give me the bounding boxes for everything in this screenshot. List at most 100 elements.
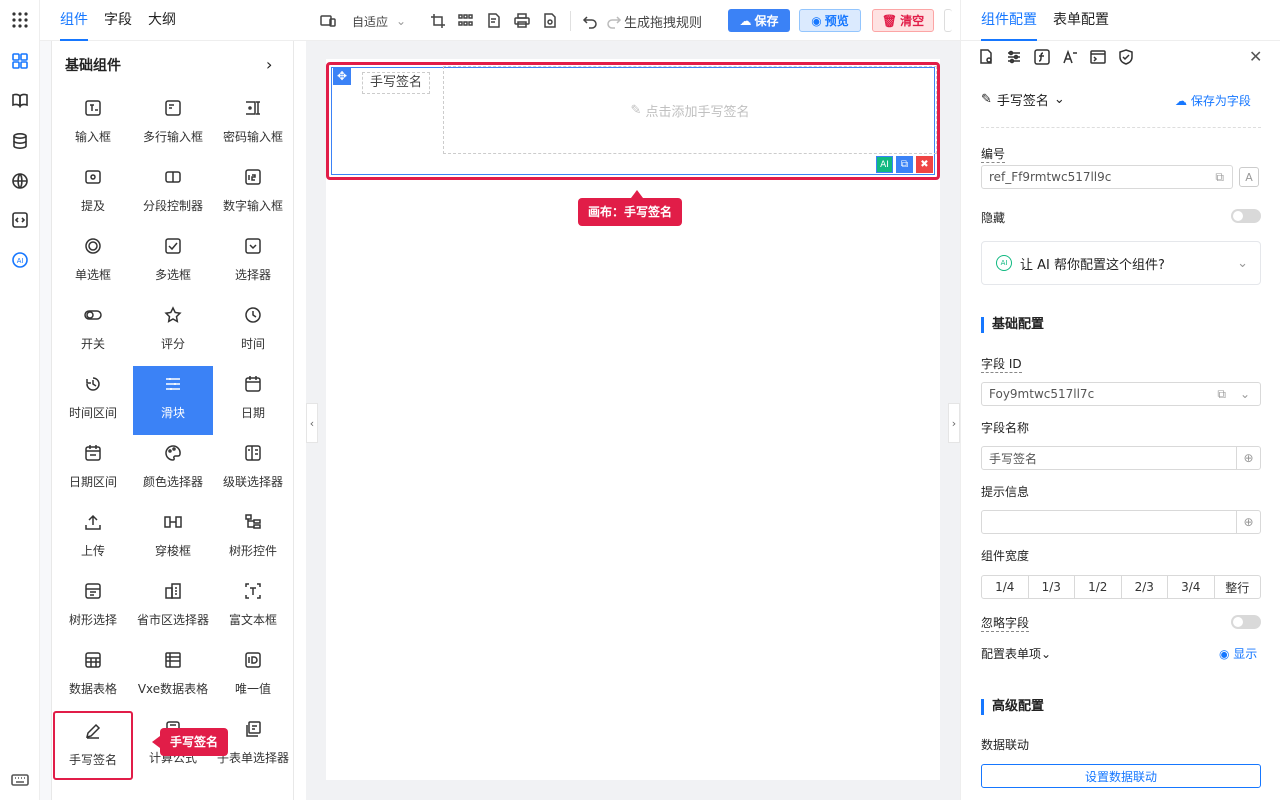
tab-component-config[interactable]: 组件配置 <box>981 0 1037 41</box>
canvas-tooltip: 画布：手写签名 <box>578 198 683 226</box>
font-a-icon[interactable]: A <box>1239 167 1259 187</box>
adaptive-select[interactable]: 自适应 ⌄ <box>352 11 406 31</box>
component-item[interactable]: 密码输入框 <box>213 90 293 159</box>
grid-icon[interactable] <box>458 11 474 31</box>
width-option[interactable]: 1/2 <box>1075 576 1122 598</box>
close-icon[interactable]: ✕ <box>1249 47 1262 66</box>
show-link[interactable]: ◉ 显示 <box>1219 645 1257 662</box>
device-icon[interactable] <box>320 11 336 31</box>
ai-config-icon[interactable]: AI <box>876 156 893 173</box>
component-item[interactable]: 提及 <box>53 159 133 228</box>
copy-icon[interactable]: ⧉ <box>896 156 913 173</box>
delete-icon[interactable]: ✖ <box>916 156 933 173</box>
save-button[interactable]: ☁ 保存 <box>728 9 790 32</box>
tab-fields[interactable]: 字段 <box>104 0 132 41</box>
component-item[interactable]: 上传 <box>53 504 133 573</box>
component-item[interactable]: 分段控制器 <box>133 159 213 228</box>
width-option[interactable]: 1/3 <box>1029 576 1075 598</box>
linkage-button[interactable]: 设置数据联动 <box>981 764 1261 788</box>
book-icon[interactable] <box>9 89 31 111</box>
component-item[interactable]: 穿梭框 <box>133 504 213 573</box>
globe-icon[interactable]: ⊕ <box>1236 447 1260 469</box>
width-option[interactable]: 整行 <box>1215 576 1261 598</box>
show-label: 显示 <box>1233 647 1258 661</box>
redo-icon[interactable] <box>606 11 622 31</box>
field-name-input[interactable]: 手写签名 ⊕ <box>981 446 1261 470</box>
shield-icon[interactable] <box>1117 48 1135 66</box>
code-icon[interactable] <box>9 209 31 231</box>
ignore-toggle[interactable] <box>1231 615 1261 629</box>
chevron-right-icon[interactable]: › <box>266 55 272 74</box>
keyboard-icon[interactable] <box>9 769 31 791</box>
script-icon[interactable] <box>1089 48 1107 66</box>
function-icon[interactable] <box>1033 48 1051 66</box>
component-item[interactable]: 评分 <box>133 297 213 366</box>
component-item[interactable]: 颜色选择器 <box>133 435 213 504</box>
component-item[interactable]: 输入框 <box>53 90 133 159</box>
database-icon[interactable] <box>9 130 31 152</box>
tab-outline[interactable]: 大纲 <box>148 0 176 41</box>
width-option[interactable]: 1/4 <box>982 576 1029 598</box>
component-item[interactable]: 数字输入框 <box>213 159 293 228</box>
undo-icon[interactable] <box>582 11 598 31</box>
component-item[interactable]: 日期区间 <box>53 435 133 504</box>
component-item[interactable]: 选择器 <box>213 228 293 297</box>
component-item[interactable]: 富文本框 <box>213 573 293 642</box>
component-item[interactable]: 唯一值 <box>213 642 293 711</box>
hidden-toggle[interactable] <box>1231 209 1261 223</box>
tab-form-config[interactable]: 表单配置 <box>1053 0 1109 41</box>
component-item[interactable]: 单选框 <box>53 228 133 297</box>
id-input[interactable]: ref_Ff9rmtwc517ll9c ⧉ <box>981 165 1233 189</box>
component-item[interactable]: 多选框 <box>133 228 213 297</box>
sliders-icon[interactable] <box>1005 48 1023 66</box>
clear-button[interactable]: 🗑 清空 <box>872 9 934 32</box>
component-item[interactable]: 时间区间 <box>53 366 133 435</box>
component-name-dropdown[interactable]: ✎ 手写签名 ⌄ <box>981 90 1065 109</box>
component-item[interactable]: Vxe数据表格 <box>133 642 213 711</box>
save-as-field-link[interactable]: ☁ 保存为字段 <box>1175 92 1251 109</box>
copy-icon[interactable]: ⧉ <box>1215 170 1224 185</box>
drag-handle-icon[interactable]: ✥ <box>333 67 351 85</box>
collapse-left-button[interactable]: ‹ <box>306 403 318 443</box>
globe-icon[interactable]: ⊕ <box>1236 511 1260 533</box>
form-items-toggle[interactable]: 配置表单项⌄ <box>981 645 1051 662</box>
component-item[interactable]: 多行输入框 <box>133 90 213 159</box>
field-id-input[interactable]: Foy9mtwc517ll7c ⧉ ⌄ <box>981 382 1261 406</box>
collapse-right-button[interactable]: › <box>948 403 960 443</box>
generate-rules-button[interactable]: 生成拖拽规则 <box>624 11 702 31</box>
crop-icon[interactable] <box>430 11 446 31</box>
component-item[interactable]: 手写签名 <box>53 711 133 780</box>
more-button[interactable] <box>944 9 952 32</box>
component-item[interactable]: 开关 <box>53 297 133 366</box>
component-label: 日期 <box>240 406 265 420</box>
signature-pad[interactable]: ✎ 点击添加手写签名 <box>443 66 937 154</box>
copy-icon[interactable]: ⧉ <box>1217 387 1226 402</box>
ai-helper-box[interactable]: AI 让 AI 帮你配置这个组件? ⌄ <box>981 241 1261 285</box>
component-item[interactable]: 树形控件 <box>213 504 293 573</box>
component-item[interactable]: 滑块 <box>133 366 213 435</box>
signature-component[interactable]: ✥ 手写签名 ✎ 点击添加手写签名 AI ⧉ ✖ <box>326 62 940 180</box>
component-label: 富文本框 <box>228 613 277 627</box>
component-item[interactable]: 级联选择器 <box>213 435 293 504</box>
component-item[interactable]: 日期 <box>213 366 293 435</box>
form-canvas[interactable]: ✥ 手写签名 ✎ 点击添加手写签名 AI ⧉ ✖ 画布：手写签名 <box>326 59 940 780</box>
print-icon[interactable] <box>514 11 530 31</box>
text-style-icon[interactable] <box>1061 48 1079 66</box>
component-item[interactable]: 省市区选择器 <box>133 573 213 642</box>
component-item[interactable]: 时间 <box>213 297 293 366</box>
component-label: 多行输入框 <box>142 130 203 144</box>
width-option[interactable]: 3/4 <box>1168 576 1215 598</box>
component-item[interactable]: 树形选择 <box>53 573 133 642</box>
width-option[interactable]: 2/3 <box>1122 576 1168 598</box>
doc-settings-icon[interactable] <box>977 48 995 66</box>
edit-doc-icon[interactable] <box>486 11 502 31</box>
tab-components[interactable]: 组件 <box>60 0 88 41</box>
components-icon[interactable] <box>9 50 31 72</box>
settings-doc-icon[interactable] <box>542 11 558 31</box>
ai-icon[interactable]: AI <box>9 249 31 271</box>
apps-grid-icon[interactable] <box>9 9 31 31</box>
component-item[interactable]: 数据表格 <box>53 642 133 711</box>
globe-icon[interactable] <box>9 170 31 192</box>
preview-button[interactable]: ◉ 预览 <box>799 9 861 32</box>
hint-input[interactable]: ⊕ <box>981 510 1261 534</box>
